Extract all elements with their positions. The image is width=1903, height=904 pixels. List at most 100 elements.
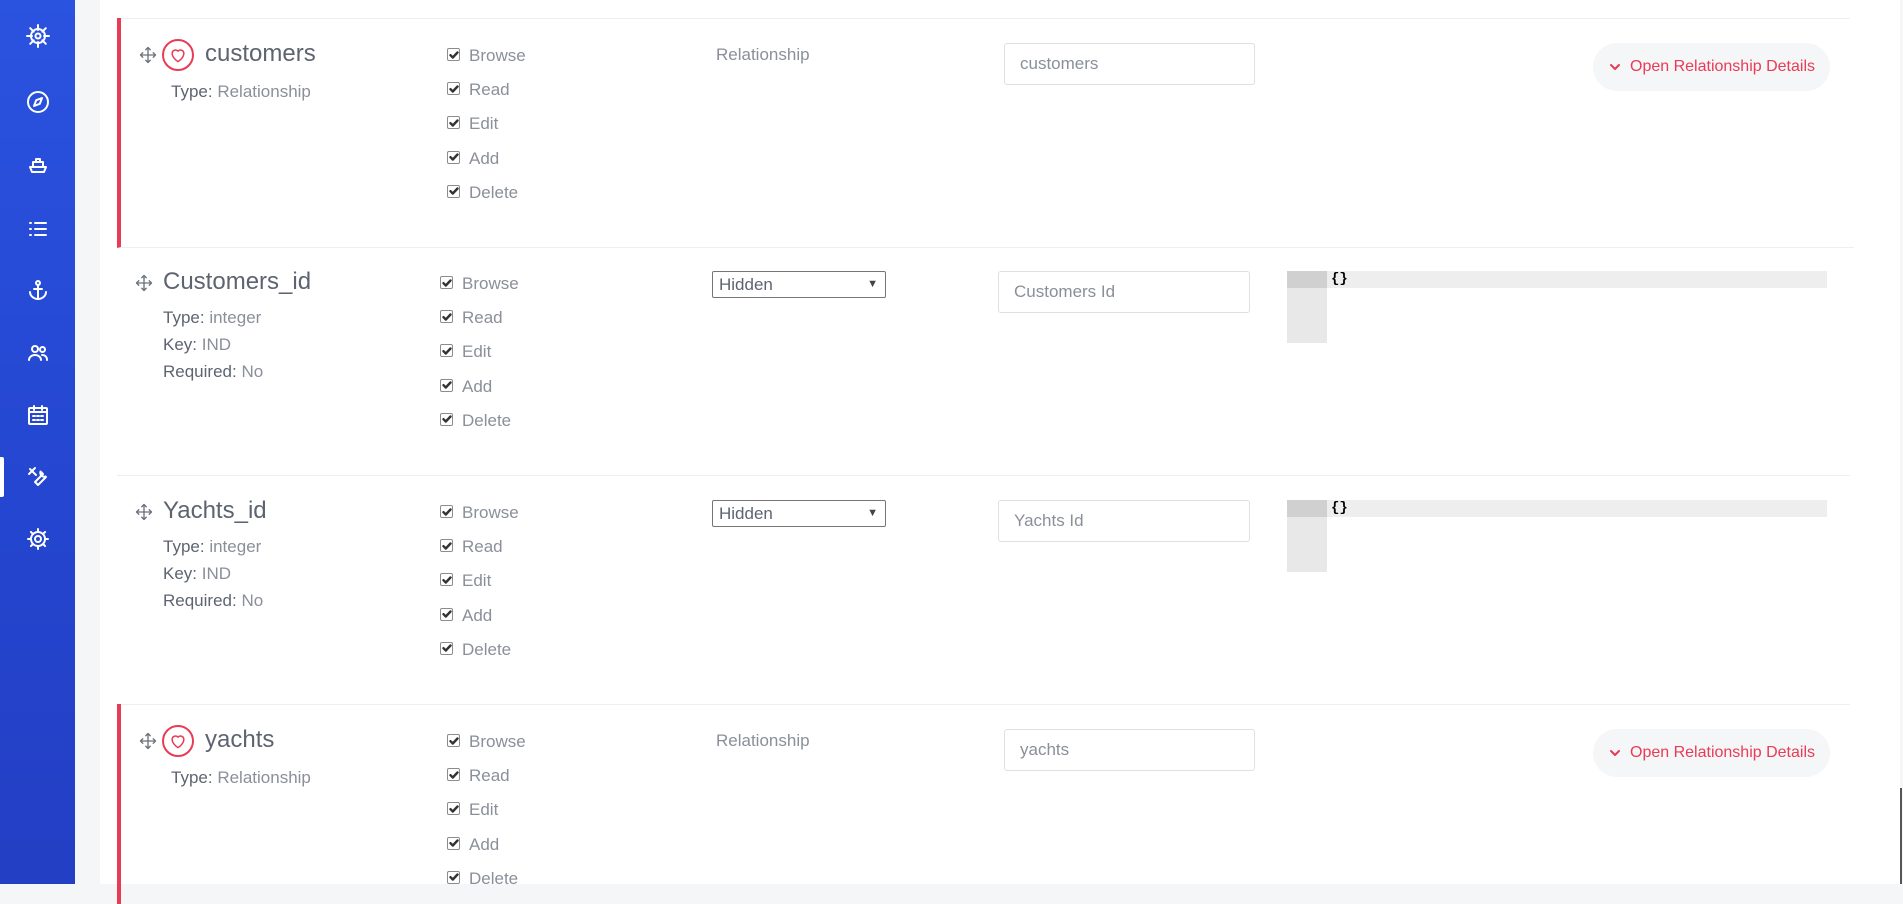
permission-label: Edit (462, 342, 492, 362)
type-label: Type: (163, 308, 205, 327)
button-label: Open Relationship Details (1630, 744, 1815, 761)
permission-delete[interactable]: Delete (440, 411, 519, 445)
sidebar-item-tools[interactable] (0, 449, 75, 505)
checkbox-checked[interactable] (440, 539, 453, 553)
heart-icon (162, 39, 194, 71)
permission-label: Edit (462, 571, 492, 591)
permission-browse[interactable]: Browse (447, 732, 526, 766)
permission-add[interactable]: Add (440, 606, 519, 640)
permission-label: Add (462, 376, 493, 396)
permissions-group: Browse Read Edit Add Delete (447, 732, 526, 903)
permission-browse[interactable]: Browse (440, 503, 519, 537)
key-value: IND (201, 335, 232, 354)
field-row-customers: customers Type: Relationship Browse Read… (117, 18, 1854, 248)
permission-browse[interactable]: Browse (440, 274, 519, 308)
sidebar-item-list[interactable] (0, 201, 75, 257)
permission-label: Delete (469, 868, 519, 888)
checkbox-checked[interactable] (447, 768, 460, 782)
move-icon[interactable] (139, 46, 157, 64)
editor-active-line (1327, 271, 1827, 288)
permission-label: Browse (469, 732, 526, 751)
sidebar-item-people[interactable] (0, 325, 75, 381)
permission-label: Edit (469, 114, 499, 134)
permission-add[interactable]: Add (447, 149, 526, 183)
permission-label: Read (462, 308, 503, 328)
dropdown-arrow-icon: ▼ (867, 278, 878, 290)
checkbox-checked[interactable] (447, 802, 460, 816)
checkbox-checked[interactable] (447, 82, 460, 96)
compass-icon (26, 91, 49, 113)
permission-edit[interactable]: Edit (440, 342, 519, 376)
details-json-editor[interactable]: {} (1287, 271, 1827, 343)
permission-read[interactable]: Read (440, 537, 519, 571)
permission-add[interactable]: Add (447, 835, 526, 869)
sidebar-item-calendar[interactable] (0, 387, 75, 443)
permission-edit[interactable]: Edit (447, 800, 526, 834)
type-value: Relationship (217, 768, 311, 787)
permission-delete[interactable]: Delete (447, 183, 526, 217)
sidebar-item-helm[interactable] (0, 8, 75, 64)
move-icon[interactable] (135, 503, 153, 521)
checkbox-checked[interactable] (440, 641, 453, 655)
anchor-icon (28, 280, 47, 300)
open-relationship-details-button[interactable]: Open Relationship Details (1593, 43, 1830, 91)
sidebar-item-boat[interactable] (0, 137, 75, 193)
tools-icon (27, 467, 47, 486)
permissions-group: Browse Read Edit Add Delete (447, 46, 526, 217)
move-icon[interactable] (139, 732, 157, 750)
permission-read[interactable]: Read (447, 80, 526, 114)
permission-read[interactable]: Read (447, 766, 526, 800)
display-name-input[interactable] (1004, 43, 1255, 85)
checkbox-checked[interactable] (440, 310, 453, 324)
checkbox-checked[interactable] (447, 184, 460, 198)
checkbox-checked[interactable] (447, 870, 460, 884)
permission-add[interactable]: Add (440, 377, 519, 411)
permission-delete[interactable]: Delete (440, 640, 519, 674)
editor-gutter (1287, 271, 1327, 343)
display-name-input[interactable] (998, 271, 1250, 313)
permission-label: Read (469, 80, 510, 100)
permission-label: Delete (462, 410, 512, 430)
sidebar-item-anchor[interactable] (0, 262, 75, 318)
permission-label: Edit (469, 800, 499, 820)
field-meta: Type: Relationship (171, 764, 311, 791)
checkbox-checked[interactable] (440, 607, 453, 621)
checkbox-checked[interactable] (447, 150, 460, 164)
permission-edit[interactable]: Edit (447, 114, 526, 148)
permission-browse[interactable]: Browse (447, 46, 526, 80)
open-relationship-details-button[interactable]: Open Relationship Details (1593, 729, 1830, 777)
checkbox-checked[interactable] (447, 116, 460, 130)
checkbox-checked[interactable] (447, 734, 460, 747)
checkbox-checked[interactable] (447, 836, 460, 850)
display-name-input[interactable] (1004, 729, 1255, 771)
details-json-editor[interactable]: {} (1287, 500, 1827, 572)
checkbox-checked[interactable] (440, 344, 453, 358)
input-type-select[interactable]: Hidden ▼ (712, 500, 886, 527)
permission-edit[interactable]: Edit (440, 571, 519, 605)
bread-fields-panel: customers Type: Relationship Browse Read… (100, 0, 1900, 904)
checkbox-checked[interactable] (440, 276, 453, 289)
calendar-icon (27, 405, 48, 425)
permission-read[interactable]: Read (440, 308, 519, 342)
required-label: Required: (163, 591, 237, 610)
checkbox-checked[interactable] (440, 505, 453, 518)
sidebar-item-compass[interactable] (0, 74, 75, 130)
field-meta: Type: integer Key: IND Required: No (163, 533, 263, 614)
field-row-yachts-id: Yachts_id Type: integer Key: IND Require… (117, 475, 1850, 705)
sidebar-item-settings[interactable] (0, 511, 75, 567)
move-icon[interactable] (135, 274, 153, 292)
checkbox-checked[interactable] (447, 48, 460, 61)
chevron-down-icon (1610, 750, 1620, 756)
permission-delete[interactable]: Delete (447, 869, 526, 903)
field-name: customers (205, 40, 316, 67)
helm-icon (25, 24, 50, 48)
input-type-select[interactable]: Hidden ▼ (712, 271, 886, 298)
checkbox-checked[interactable] (440, 378, 453, 392)
checkbox-checked[interactable] (440, 412, 453, 426)
display-name-input[interactable] (998, 500, 1250, 542)
list-icon (28, 222, 47, 236)
required-value: No (241, 362, 264, 381)
checkbox-checked[interactable] (440, 573, 453, 587)
permission-label: Delete (462, 639, 512, 659)
scrollbar-thumb[interactable] (1900, 788, 1902, 884)
